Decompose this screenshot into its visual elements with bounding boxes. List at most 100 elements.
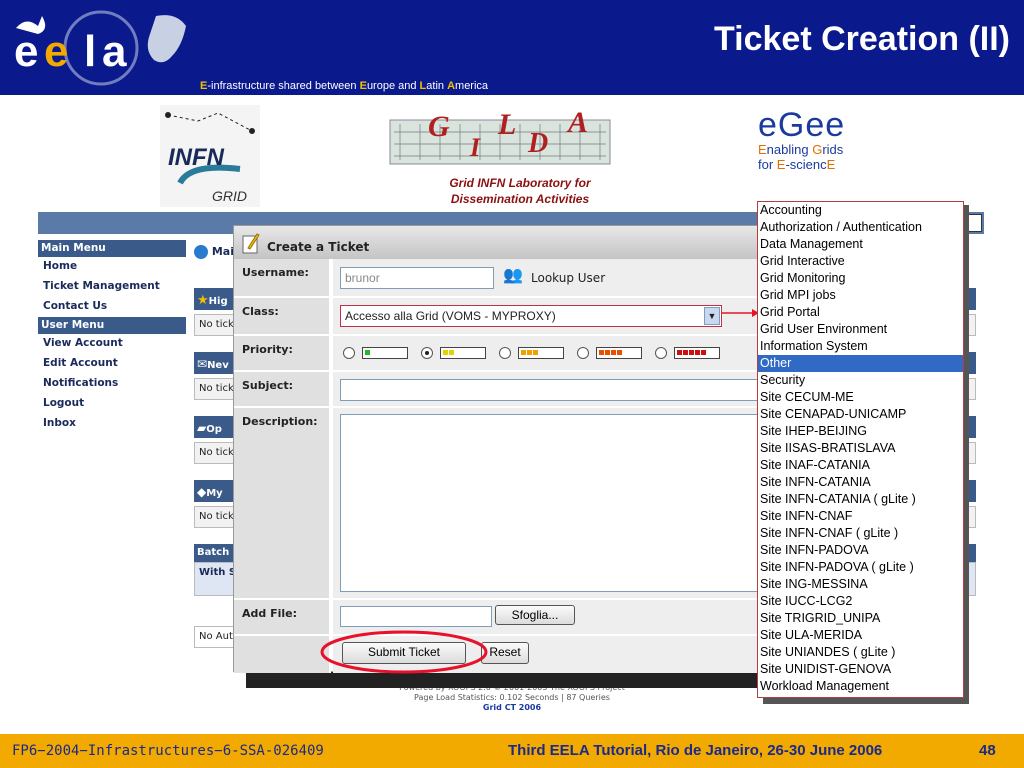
highlight-ellipse [320,630,488,674]
dropdown-option[interactable]: Site IISAS-BRATISLAVA [758,440,963,457]
dropdown-option[interactable]: Site TRIGRID_UNIPA [758,610,963,627]
svg-text:l: l [84,27,96,76]
description-label: Description: [234,408,331,598]
dropdown-option[interactable]: Site IUCC-LCG2 [758,593,963,610]
dropdown-option[interactable]: Site INFN-PADOVA ( gLite ) [758,559,963,576]
menu-item-inbox[interactable]: Inbox [38,414,186,434]
event-name: Third EELA Tutorial, Rio de Janeiro, 26-… [508,742,883,759]
menu-item-edit-account[interactable]: Edit Account [38,354,186,374]
dialog-title-bar: Create a Ticket [234,226,762,259]
dropdown-option[interactable]: Workload Management [758,678,963,695]
dropdown-option[interactable]: Accounting [758,202,963,219]
dropdown-option[interactable]: Site ULA-MERIDA [758,627,963,644]
priority-dot [365,350,370,355]
dropdown-option[interactable]: Site INFN-CATANIA [758,474,963,491]
priority-label: Priority: [234,336,331,370]
username-field[interactable]: brunor [340,267,494,289]
dropdown-option[interactable]: Grid User Environment [758,321,963,338]
priority-row: Priority: [234,336,764,370]
priority-level-indicator [518,347,564,359]
priority-dot [611,350,616,355]
priority-radio[interactable] [655,347,667,359]
dropdown-option[interactable]: Grid Interactive [758,253,963,270]
priority-radio[interactable] [343,347,355,359]
add-file-row: Add File: Sfoglia... [234,600,764,634]
user-menu-heading: User Menu [38,317,186,334]
subject-field[interactable] [340,379,764,401]
browse-button[interactable]: Sfoglia... [495,605,575,625]
dropdown-option[interactable]: Site CECUM-ME [758,389,963,406]
description-field[interactable] [340,414,764,592]
priority-dot [695,350,700,355]
priority-dot [683,350,688,355]
class-label: Class: [234,298,331,334]
priority-dot [449,350,454,355]
menu-item-ticket-management[interactable]: Ticket Management [38,277,186,297]
priority-radio[interactable] [577,347,589,359]
dropdown-option[interactable]: Site ING-MESSINA [758,576,963,593]
my-tickets-icon: ◆ [197,485,207,499]
priority-radio[interactable] [421,347,433,359]
priority-dot [533,350,538,355]
dropdown-option[interactable]: Grid Portal [758,304,963,321]
priority-dot [521,350,526,355]
class-row: Class: Accesso alla Grid (VOMS - MYPROXY… [234,298,764,334]
dropdown-option[interactable]: Site UNIANDES ( gLite ) [758,644,963,661]
description-row: Description: [234,408,764,598]
lookup-user-link[interactable]: Lookup User [531,271,605,285]
eela-logo-icon: e e l a [14,10,186,86]
egee-subtitle: Enabling Grids for E-sciencE [758,142,844,172]
pencil-icon [242,233,260,254]
svg-text:D: D [527,128,548,159]
menu-item-view-account[interactable]: View Account [38,334,186,354]
slide-footer: FP6−2004−Infrastructures−6-SSA-026409 Th… [0,734,1024,768]
dropdown-option[interactable]: Site IHEP-BEIJING [758,423,963,440]
main-menu-heading: Main Menu [38,240,186,257]
arrow-icon [722,309,759,317]
menu-item-logout[interactable]: Logout [38,394,186,414]
dropdown-option[interactable]: Site UNIDIST-GENOVA [758,661,963,678]
dropdown-option[interactable]: Grid Monitoring [758,270,963,287]
priority-level-indicator [596,347,642,359]
dialog-title: Create a Ticket [267,240,370,254]
priority-dot [443,350,448,355]
menu-item-home[interactable]: Home [38,257,186,277]
dropdown-option[interactable]: Security [758,372,963,389]
svg-text:a: a [102,27,127,76]
priority-dot [689,350,694,355]
dropdown-option[interactable]: Site INFN-CNAF ( gLite ) [758,525,963,542]
dropdown-option[interactable]: Site INFN-CNAF [758,508,963,525]
priority-dot [677,350,682,355]
svg-text:G: G [428,110,450,143]
menu-item-contact-us[interactable]: Contact Us [38,297,186,317]
eela-tagline: E-infrastructure shared between Europe a… [200,80,489,92]
menu-item-notifications[interactable]: Notifications [38,374,186,394]
gilda-subtitle: Grid INFN Laboratory for Dissemination A… [449,176,591,206]
egee-logo: eGee Enabling Grids for E-sciencE [758,108,868,178]
add-file-label: Add File: [234,600,331,634]
dropdown-option[interactable]: Site INFN-PADOVA [758,542,963,559]
project-id: FP6−2004−Infrastructures−6-SSA-026409 [12,743,324,759]
dropdown-option[interactable]: Authorization / Authentication [758,219,963,236]
dropdown-option[interactable]: Data Management [758,236,963,253]
dropdown-option[interactable]: Site INAF-CATANIA [758,457,963,474]
dropdown-option[interactable]: Site CENAPAD-UNICAMP [758,406,963,423]
priority-level-indicator [362,347,408,359]
svg-text:e: e [14,27,38,76]
create-ticket-dialog: Create a Ticket Username: brunor 👥 Looku… [233,225,764,673]
class-select[interactable]: Accesso alla Grid (VOMS - MYPROXY) ▼ [340,305,722,327]
lookup-user-icon: 👥 [503,265,523,284]
new-ticket-icon: ✉ [197,357,208,371]
svg-text:INFN: INFN [168,144,225,171]
dropdown-option[interactable]: Other [758,355,963,372]
main-title: Mai [194,245,234,259]
dropdown-option[interactable]: Grid MPI jobs [758,287,963,304]
slide-header: e e l a Ticket Creation (II) E-infrastru… [0,0,1024,95]
class-dropdown-list: Accounting Authorization / Authentication… [757,201,964,698]
dropdown-option[interactable]: Site INFN-CATANIA ( gLite ) [758,491,963,508]
subject-row: Subject: [234,372,764,406]
file-path-field[interactable] [340,606,492,627]
priority-radio[interactable] [499,347,511,359]
page-number: 48 [979,742,996,759]
dropdown-option[interactable]: Information System [758,338,963,355]
